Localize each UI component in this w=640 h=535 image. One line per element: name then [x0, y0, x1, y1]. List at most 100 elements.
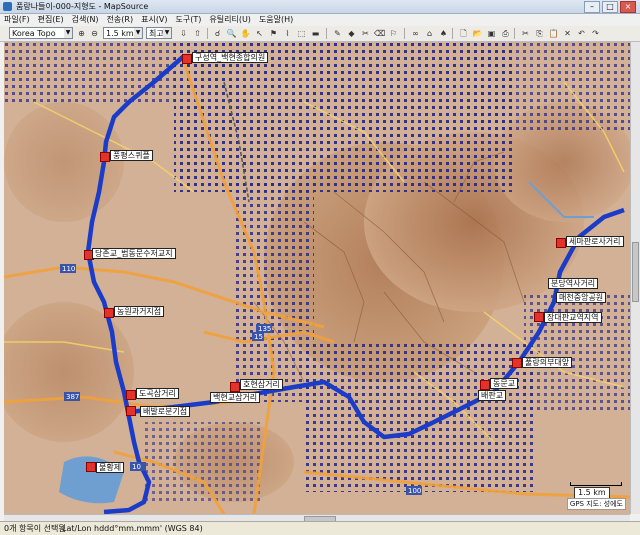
close-button[interactable]: ×: [620, 1, 636, 13]
print-icon[interactable]: ⎙: [500, 28, 511, 39]
waypoint-tool-icon[interactable]: ⚑: [268, 28, 279, 39]
road-shield-15: 15: [254, 333, 263, 341]
waypoint-label[interactable]: 도곡삼거리: [136, 388, 179, 399]
undo-icon[interactable]: ↶: [576, 28, 587, 39]
vertical-scrollbar[interactable]: [630, 42, 640, 514]
menu-bar: 파일(F) 편집(E) 검색(N) 전송(R) 표시(V) 도구(T) 유틸리티…: [0, 14, 640, 26]
status-bar: 0개 항목이 선택됨 Lat/Lon hddd°mm.mmm' (WGS 84): [0, 521, 640, 535]
find-poi-icon[interactable]: ♠: [438, 28, 449, 39]
waypoint-label[interactable]: 물황제: [96, 462, 125, 473]
paste-icon[interactable]: 📋: [548, 28, 559, 39]
waypoint-marker[interactable]: [126, 390, 136, 400]
menu-help[interactable]: 도움말(H): [255, 14, 297, 26]
window-title: 품랑나들이-000-지형도 - MapSource: [16, 2, 149, 11]
chevron-down-icon: ▼: [134, 28, 142, 38]
zoom-tool-icon[interactable]: 🔍: [226, 28, 237, 39]
waypoint-label[interactable]: 풍평스퀴플: [110, 150, 153, 161]
measure-tool-icon[interactable]: ▬: [310, 28, 321, 39]
chevron-down-icon: ▼: [163, 28, 171, 38]
waypoint-label[interactable]: 백현교삼거리: [210, 392, 261, 403]
menu-utilities[interactable]: 유틸리티(U): [205, 14, 255, 26]
zoom-scale-select[interactable]: 1.5 km ▼: [103, 27, 143, 39]
delete-icon[interactable]: ✕: [562, 28, 573, 39]
menu-tools[interactable]: 도구(T): [172, 14, 206, 26]
waypoint-label[interactable]: 호현삼거리: [240, 379, 283, 390]
waypoint-label[interactable]: 농원과거지점: [114, 306, 165, 317]
menu-view[interactable]: 표시(V): [137, 14, 171, 26]
redo-icon[interactable]: ↷: [590, 28, 601, 39]
erase-icon[interactable]: ⌫: [374, 28, 385, 39]
waypoint-label[interactable]: 당존교_범동문수저교지: [92, 248, 176, 259]
scroll-thumb[interactable]: [632, 242, 639, 302]
menu-file[interactable]: 파일(F): [0, 14, 34, 26]
road-shield-387: 387: [66, 393, 79, 401]
map-canvas[interactable]: 110 135 15 387 100 10 구성역_백현종합의원 풍평스퀴플 당…: [4, 42, 630, 514]
waypoint-marker[interactable]: [556, 238, 566, 248]
pan-hand-icon[interactable]: ✋: [240, 28, 251, 39]
waypoint-label[interactable]: 동문교: [490, 378, 519, 389]
waypoint-label[interactable]: 장대판교역지역: [544, 312, 602, 323]
minimize-button[interactable]: –: [584, 1, 600, 13]
zoom-out-icon[interactable]: ⊖: [89, 28, 100, 39]
save-icon[interactable]: ▣: [486, 28, 497, 39]
binoculars-icon[interactable]: ∞: [410, 28, 421, 39]
separator: [452, 28, 453, 39]
waypoint-marker[interactable]: [104, 308, 114, 318]
detail-level-select[interactable]: 최고 ▼: [146, 27, 172, 39]
selection-tool-icon[interactable]: ↖: [254, 28, 265, 39]
separator: [514, 28, 515, 39]
route-tool-icon[interactable]: ⌇: [282, 28, 293, 39]
waypoint-label[interactable]: 배판교: [478, 390, 507, 401]
horizontal-scrollbar[interactable]: [4, 514, 630, 522]
cut-icon[interactable]: ✂: [520, 28, 531, 39]
map-background: 110 135 15 387 100 10: [4, 42, 630, 514]
map-credit: GPS 지도: 성에도: [566, 498, 626, 510]
road-shield-135: 135: [258, 325, 271, 333]
menu-edit[interactable]: 편집(E): [34, 14, 68, 26]
waypoint-marker[interactable]: [480, 380, 490, 390]
map-product-select[interactable]: Korea Topo v12▼: [9, 27, 73, 50]
waypoint-marker[interactable]: [86, 462, 96, 472]
separator: [404, 28, 405, 39]
separator: [207, 28, 208, 39]
open-folder-icon[interactable]: 📂: [472, 28, 483, 39]
flag-icon[interactable]: ⚐: [388, 28, 399, 39]
find-place-icon[interactable]: ⌂: [424, 28, 435, 39]
waypoint-label[interactable]: 매천중앙공원: [556, 292, 607, 303]
road-shield-100: 100: [408, 487, 421, 495]
zoom-in-icon[interactable]: ⊕: [76, 28, 87, 39]
separator: [326, 28, 327, 39]
waypoint-marker[interactable]: [126, 406, 136, 416]
copy-icon[interactable]: ⎘: [534, 28, 545, 39]
scale-bar: [570, 482, 622, 486]
road-shield-110: 110: [62, 265, 75, 273]
track-tool-icon[interactable]: ✎: [332, 28, 343, 39]
waypoint-marker[interactable]: [512, 358, 522, 368]
send-map-icon[interactable]: ⇧: [192, 28, 203, 39]
window-controls: – □ ×: [584, 1, 636, 13]
menu-find[interactable]: 검색(N): [68, 14, 103, 26]
app-icon: [3, 2, 12, 11]
new-file-icon[interactable]: 🗋: [458, 28, 469, 39]
coordinate-format: Lat/Lon hddd°mm.mmm' (WGS 84): [62, 524, 203, 533]
waypoint-label[interactable]: 세마판로사거리: [566, 236, 624, 247]
waypoint-marker[interactable]: [100, 152, 110, 162]
waypoint-marker[interactable]: [534, 312, 544, 322]
tag-icon[interactable]: ✂: [360, 28, 371, 39]
waypoint-label[interactable]: 분당역사거리: [548, 278, 599, 289]
waypoint-label[interactable]: 구성역_백현종합의원: [192, 52, 269, 63]
receive-map-icon[interactable]: ⇩: [178, 28, 189, 39]
title-bar: 품랑나들이-000-지형도 - MapSource – □ ×: [0, 0, 640, 14]
waypoint-marker[interactable]: [230, 382, 240, 392]
maximize-button[interactable]: □: [602, 1, 618, 13]
toolbar: Korea Topo v12▼ ⊕ ⊖ 1.5 km▼ 최고▼ ⇩ ⇧ ☌ 🔍 …: [0, 26, 640, 50]
waypoint-label[interactable]: 배발로분기점: [140, 406, 191, 417]
color-icon[interactable]: ◆: [346, 28, 357, 39]
waypoint-label[interactable]: 풀랑의부대앞: [522, 357, 573, 368]
menu-transfer[interactable]: 전송(R): [103, 14, 138, 26]
cursor-tool-icon[interactable]: ⬚: [296, 28, 307, 39]
waypoint-marker[interactable]: [182, 54, 192, 64]
map-tool-icon[interactable]: ☌: [212, 28, 223, 39]
chevron-down-icon: ▼: [64, 28, 72, 38]
road-shield-10: 10: [132, 463, 141, 471]
